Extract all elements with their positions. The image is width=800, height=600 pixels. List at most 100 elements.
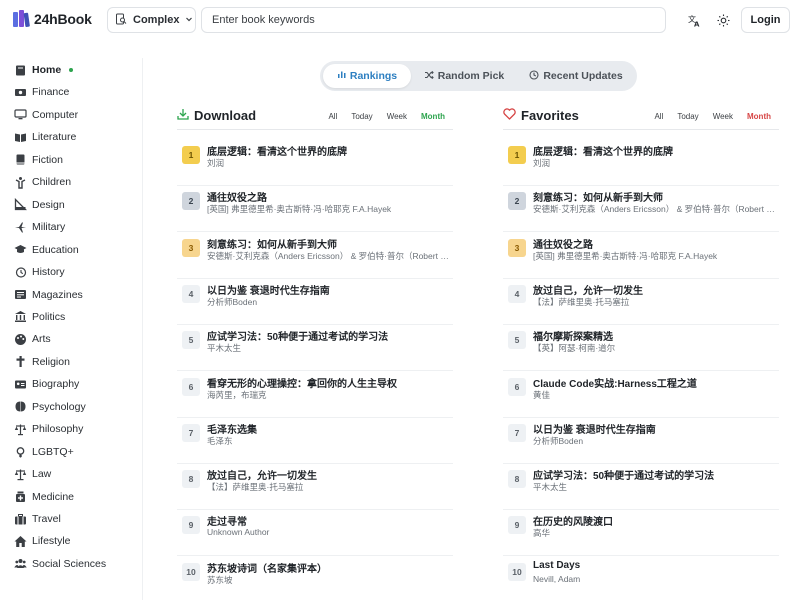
book-row[interactable]: 7 毛泽东选集 毛泽东 <box>177 418 453 464</box>
book-title[interactable]: 底层逻辑：看清这个世界的底牌 <box>533 143 777 158</box>
rank-badge: 10 <box>508 562 526 581</box>
history-clock-icon <box>14 266 27 279</box>
search-mode-select[interactable]: Complex <box>107 7 196 33</box>
heart-icon <box>503 108 516 123</box>
book-row[interactable]: 1 底层逻辑：看清这个世界的底牌 刘润 <box>503 140 779 186</box>
book-row[interactable]: 6 看穿无形的心理操控：拿回你的人生主导权 海芮里，布瑞克 <box>177 372 453 418</box>
sidebar-item-biography[interactable]: Biography <box>14 375 79 393</box>
book-title[interactable]: 苏东坡诗词（名家集评本） <box>207 560 451 575</box>
id-card-icon <box>14 378 27 391</box>
book-row[interactable]: 4 以日为鉴 衰退时代生存指南 分析师Boden <box>177 279 453 325</box>
book-row[interactable]: 9 走过寻常 Unknown Author <box>177 510 453 557</box>
sidebar-item-magazines[interactable]: Magazines <box>14 286 83 304</box>
sidebar-item-law[interactable]: Law <box>14 465 51 483</box>
theme-sun-icon[interactable] <box>712 9 734 31</box>
sidebar-item-social-sciences[interactable]: Social Sciences <box>14 555 106 573</box>
book-row[interactable]: 1 底层逻辑：看清这个世界的底牌 刘润 <box>177 140 453 186</box>
sidebar-item-politics[interactable]: Politics <box>14 308 65 326</box>
sidebar-item-computer[interactable]: Computer <box>14 106 78 124</box>
book-title[interactable]: 放过自己，允许一切发生 <box>533 282 777 297</box>
book-row[interactable]: 2 刻意练习：如何从新手到大师 安德斯·艾利克森（Anders Ericsson） … <box>503 186 779 233</box>
sidebar-item-psychology[interactable]: Psychology <box>14 398 86 416</box>
book-title[interactable]: 刻意练习：如何从新手到大师 <box>533 189 777 204</box>
rank-badge: 5 <box>508 331 526 350</box>
sidebar-item-label: Home <box>32 64 62 76</box>
book-title[interactable]: 通往奴役之路 <box>207 189 451 204</box>
book-title[interactable]: 放过自己，允许一切发生 <box>207 467 451 482</box>
logo[interactable]: 24hBook <box>12 9 92 29</box>
book-row[interactable]: 3 通往奴役之路 [英国] 弗里德里希·奥古斯特·冯·哈耶克 F.A.Hayek <box>503 233 779 279</box>
tab-rankings[interactable]: Rankings <box>323 64 411 88</box>
sidebar-item-literature[interactable]: Literature <box>14 128 76 146</box>
filter-all[interactable]: All <box>654 112 663 121</box>
filter-week[interactable]: Week <box>713 112 733 121</box>
sidebar-item-fiction[interactable]: Fiction <box>14 151 63 169</box>
book-row[interactable]: 4 放过自己，允许一切发生 【法】萨维里奥·托马塞拉 <box>503 279 779 325</box>
filter-today[interactable]: Today <box>351 112 372 121</box>
book-row[interactable]: 7 以日为鉴 衰退时代生存指南 分析师Boden <box>503 418 779 464</box>
book-row[interactable]: 3 刻意练习：如何从新手到大师 安德斯·艾利克森（Anders Ericsson） … <box>177 233 453 279</box>
book-row[interactable]: 10 苏东坡诗词（名家集评本） 苏东坡 <box>177 557 453 600</box>
rank-badge: 6 <box>182 377 200 396</box>
sidebar-item-military[interactable]: Military <box>14 218 65 236</box>
book-title[interactable]: 底层逻辑：看清这个世界的底牌 <box>207 143 451 158</box>
filter-today[interactable]: Today <box>677 112 698 121</box>
sidebar-item-label: LGBTQ+ <box>32 445 74 458</box>
book-title[interactable]: 毛泽东选集 <box>207 421 451 436</box>
book-title[interactable]: 应试学习法：50种便于通过考试的学习法 <box>207 328 451 343</box>
book-row[interactable]: 2 通往奴役之路 [英国] 弗里德里希·奥古斯特·冯·哈耶克 F.A.Hayek <box>177 186 453 233</box>
book-row[interactable]: 9 在历史的风陵渡口 高华 <box>503 510 779 557</box>
favorites-title: Favorites <box>503 108 579 123</box>
book-title[interactable]: 走过寻常 <box>207 513 451 528</box>
tab-random-pick[interactable]: Random Pick <box>415 64 513 88</box>
book-title[interactable]: 以日为鉴 衰退时代生存指南 <box>533 421 777 436</box>
search-input[interactable] <box>201 7 666 33</box>
book-title[interactable]: Last Days <box>533 560 777 571</box>
rank-badge: 2 <box>508 192 526 211</box>
book-row[interactable]: 10 Last Days Nevill, Adam <box>503 557 779 600</box>
sidebar-item-medicine[interactable]: Medicine <box>14 488 74 506</box>
book-author: 毛泽东 <box>207 435 233 446</box>
favorites-header: Favorites All Today Week Month <box>503 104 779 130</box>
sidebar-item-history[interactable]: History <box>14 263 65 281</box>
book-title[interactable]: 福尔摩斯探案精选 <box>533 328 777 343</box>
filter-week[interactable]: Week <box>387 112 407 121</box>
sidebar-item-lifestyle[interactable]: Lifestyle <box>14 532 71 550</box>
sidebar-item-label: Politics <box>32 310 66 323</box>
sidebar-item-philosophy[interactable]: Philosophy <box>14 420 83 438</box>
sidebar-item-religion[interactable]: Religion <box>14 353 70 371</box>
book-row[interactable]: 8 放过自己，允许一切发生 【法】萨维里奥·托马塞拉 <box>177 464 453 511</box>
sidebar-item-label: Computer <box>32 108 79 121</box>
rank-badge: 4 <box>508 284 526 303</box>
book-title[interactable]: 以日为鉴 衰退时代生存指南 <box>207 282 451 297</box>
sidebar-item-lgbtq[interactable]: LGBTQ+ <box>14 443 74 461</box>
book-title[interactable]: 在历史的风陵渡口 <box>533 513 777 528</box>
book-title[interactable]: Claude Code实战:Harness工程之道 <box>533 375 777 390</box>
sidebar-item-arts[interactable]: Arts <box>14 330 51 348</box>
sidebar-item-design[interactable]: Design <box>14 196 65 214</box>
gender-icon <box>14 445 27 458</box>
translate-icon[interactable]: 文A <box>683 9 705 31</box>
book-row[interactable]: 6 Claude Code实战:Harness工程之道 黄佳 <box>503 372 779 418</box>
filter-all[interactable]: All <box>328 112 337 121</box>
rank-badge: 6 <box>508 377 526 396</box>
book-row[interactable]: 5 福尔摩斯探案精选 【英】阿瑟·柯南·道尔 <box>503 325 779 372</box>
sidebar-item-home[interactable]: Home <box>14 61 74 79</box>
book-row[interactable]: 5 应试学习法：50种便于通过考试的学习法 平木太生 <box>177 325 453 372</box>
sidebar-item-finance[interactable]: Finance <box>14 83 69 101</box>
book-title[interactable]: 通往奴役之路 <box>533 236 777 251</box>
book-title[interactable]: 看穿无形的心理操控：拿回你的人生主导权 <box>207 375 451 390</box>
filter-month[interactable]: Month <box>747 112 771 121</box>
tab-recent-updates[interactable]: Recent Updates <box>520 64 632 88</box>
sidebar-item-travel[interactable]: Travel <box>14 510 61 528</box>
filter-month[interactable]: Month <box>421 112 445 121</box>
login-button[interactable]: Login <box>741 7 790 33</box>
sidebar-item-children[interactable]: Children <box>14 173 71 191</box>
book-title[interactable]: 应试学习法：50种便于通过考试的学习法 <box>533 467 777 482</box>
sidebar-item-label: Finance <box>32 86 70 99</box>
sidebar-item-label: Education <box>32 243 79 256</box>
book-row[interactable]: 8 应试学习法：50种便于通过考试的学习法 平木太生 <box>503 464 779 511</box>
sidebar-item-education[interactable]: Education <box>14 241 79 259</box>
book-title[interactable]: 刻意练习：如何从新手到大师 <box>207 236 451 251</box>
sidebar-item-label: Magazines <box>32 288 83 301</box>
